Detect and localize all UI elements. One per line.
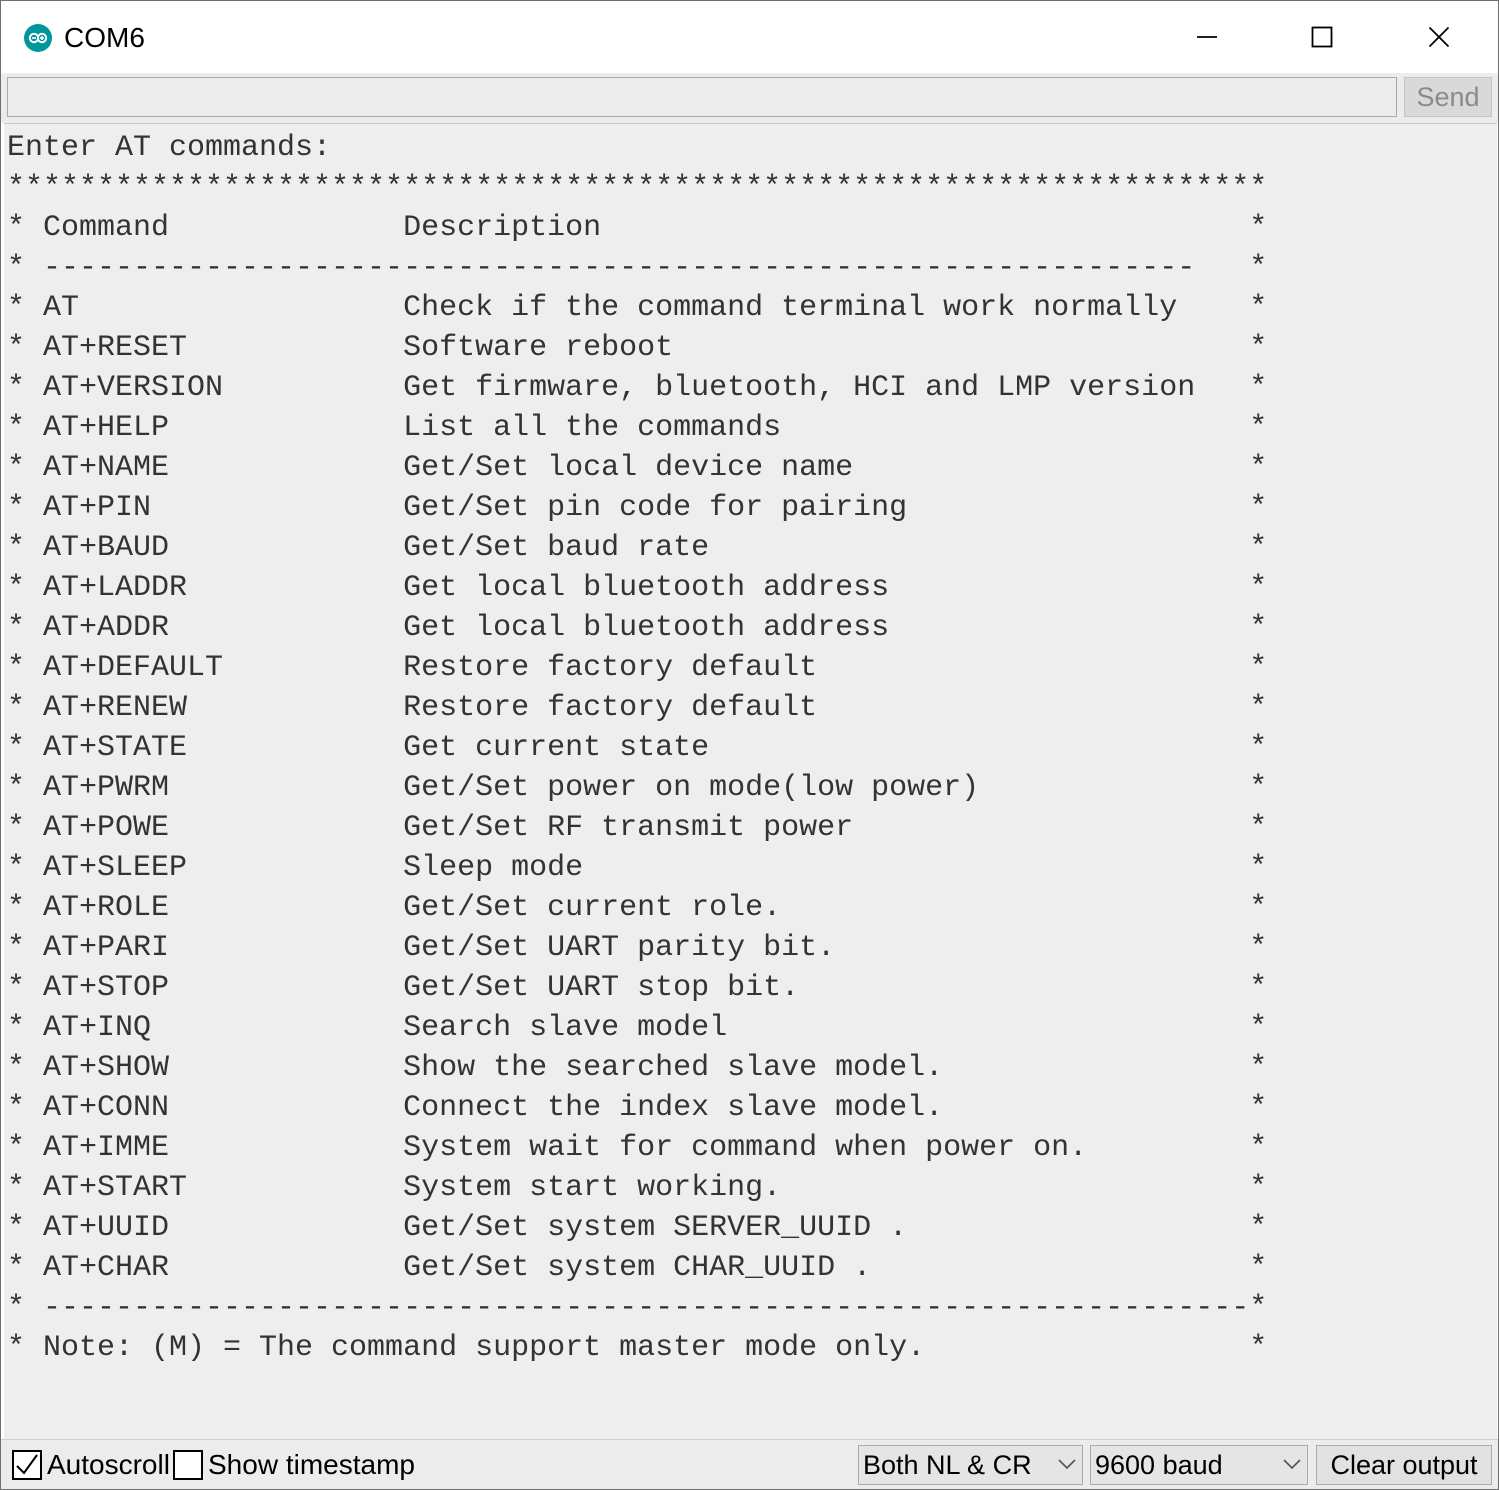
output-line: ****************************************… xyxy=(7,171,1268,205)
baud-rate-select[interactable]: 9600 baud xyxy=(1090,1445,1308,1485)
baud-rate-value: 9600 baud xyxy=(1095,1450,1223,1480)
window-title: COM6 xyxy=(64,22,145,53)
output-line: * AT+IMME System wait for command when p… xyxy=(7,1131,1268,1165)
output-line: * AT+CONN Connect the index slave model.… xyxy=(7,1091,1268,1125)
autoscroll-checkbox[interactable] xyxy=(12,1450,42,1480)
autoscroll-label: Autoscroll xyxy=(47,1449,170,1480)
output-line: * AT+RENEW Restore factory default * xyxy=(7,691,1268,725)
output-line: * AT+DEFAULT Restore factory default * xyxy=(7,651,1268,685)
output-line: * AT+PARI Get/Set UART parity bit. * xyxy=(7,931,1268,965)
chevron-down-icon xyxy=(1058,1459,1076,1470)
serial-output[interactable]: Enter AT commands: **********************… xyxy=(4,123,1497,1440)
clear-output-button[interactable]: Clear output xyxy=(1316,1445,1492,1485)
output-line: * AT+LADDR Get local bluetooth address * xyxy=(7,571,1268,605)
output-line: * AT+CHAR Get/Set system CHAR_UUID . * xyxy=(7,1251,1268,1285)
send-input[interactable] xyxy=(7,77,1397,117)
maximize-button[interactable] xyxy=(1264,1,1380,73)
output-line: * AT+HELP List all the commands * xyxy=(7,411,1268,445)
arduino-icon xyxy=(24,24,52,52)
serial-monitor-window: COM6 Send Enter AT commands: ************… xyxy=(0,0,1499,1490)
output-line: * AT+BAUD Get/Set baud rate * xyxy=(7,531,1268,565)
close-icon xyxy=(1428,26,1450,48)
output-line: * AT+UUID Get/Set system SERVER_UUID . * xyxy=(7,1211,1268,1245)
output-line: * AT+STOP Get/Set UART stop bit. * xyxy=(7,971,1268,1005)
close-button[interactable] xyxy=(1381,1,1497,73)
output-line: * AT+STATE Get current state * xyxy=(7,731,1268,765)
output-line: * AT+ROLE Get/Set current role. * xyxy=(7,891,1268,925)
output-line: * AT+POWE Get/Set RF transmit power * xyxy=(7,811,1268,845)
send-button[interactable]: Send xyxy=(1404,77,1492,117)
output-text: Enter AT commands: **********************… xyxy=(7,128,1267,1368)
output-line: * AT+ADDR Get local bluetooth address * xyxy=(7,611,1268,645)
minimize-button[interactable] xyxy=(1149,1,1265,73)
output-line: * AT Check if the command terminal work … xyxy=(7,291,1268,325)
output-line: * Note: (M) = The command support master… xyxy=(7,1331,1268,1365)
output-line: * AT+VERSION Get firmware, bluetooth, HC… xyxy=(7,371,1268,405)
output-line: * AT+INQ Search slave model * xyxy=(7,1011,1268,1045)
send-bar: Send xyxy=(1,73,1498,123)
maximize-icon xyxy=(1311,26,1333,48)
output-line: * AT+PIN Get/Set pin code for pairing * xyxy=(7,491,1268,525)
output-line: * AT+NAME Get/Set local device name * xyxy=(7,451,1268,485)
show-timestamp-checkbox[interactable] xyxy=(173,1450,203,1480)
output-line: Enter AT commands: xyxy=(7,131,332,165)
title-bar[interactable]: COM6 xyxy=(1,1,1498,73)
line-ending-value: Both NL & CR xyxy=(863,1450,1032,1480)
bottom-toolbar: Autoscroll Show timestamp Both NL & CR 9… xyxy=(1,1439,1498,1489)
output-line: * AT+SHOW Show the searched slave model.… xyxy=(7,1051,1268,1085)
output-line: * AT+PWRM Get/Set power on mode(low powe… xyxy=(7,771,1268,805)
output-line: * --------------------------------------… xyxy=(7,251,1268,285)
show-timestamp-label: Show timestamp xyxy=(208,1449,415,1480)
output-line: * Command Description * xyxy=(7,211,1268,245)
output-line: * AT+RESET Software reboot * xyxy=(7,331,1268,365)
output-line: * AT+START System start working. * xyxy=(7,1171,1268,1205)
line-ending-select[interactable]: Both NL & CR xyxy=(858,1445,1083,1485)
output-line: * --------------------------------------… xyxy=(7,1291,1268,1325)
minimize-icon xyxy=(1197,36,1217,38)
checkmark-icon xyxy=(16,1454,38,1475)
output-line: * AT+SLEEP Sleep mode * xyxy=(7,851,1268,885)
chevron-down-icon xyxy=(1283,1459,1301,1470)
